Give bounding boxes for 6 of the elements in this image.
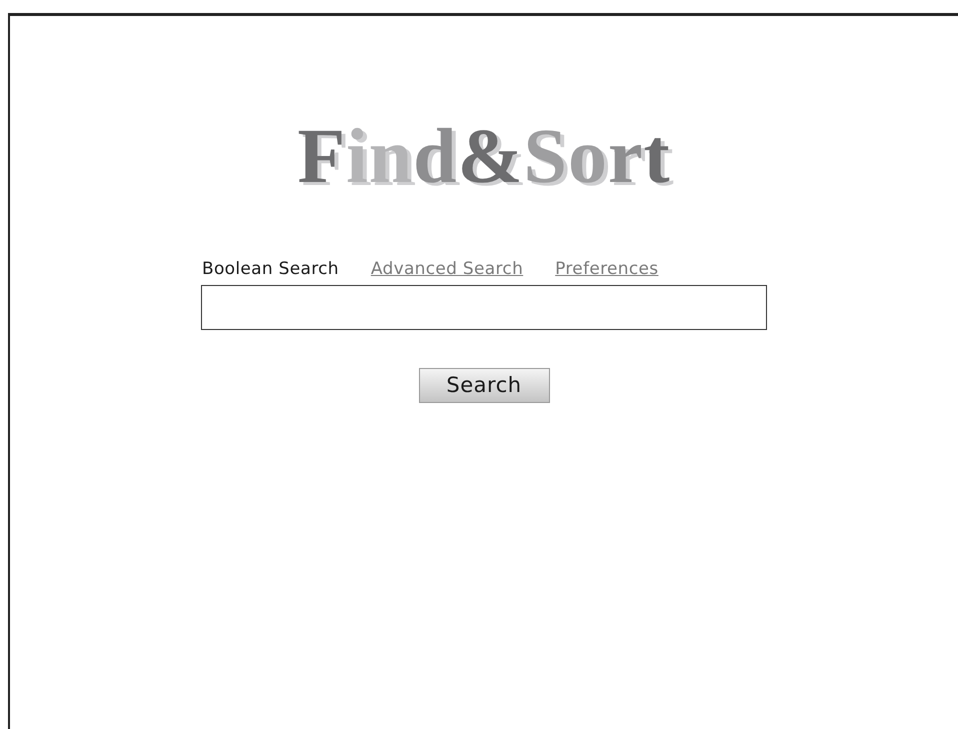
search-field[interactable] — [201, 285, 767, 330]
logo: Find&Sort — [297, 111, 671, 201]
search-button[interactable]: Search — [418, 368, 550, 403]
search-tab[interactable]: Boolean Search — [202, 258, 339, 280]
search-tab[interactable]: Preferences — [555, 258, 658, 280]
search-tab[interactable]: Advanced Search — [370, 258, 524, 280]
